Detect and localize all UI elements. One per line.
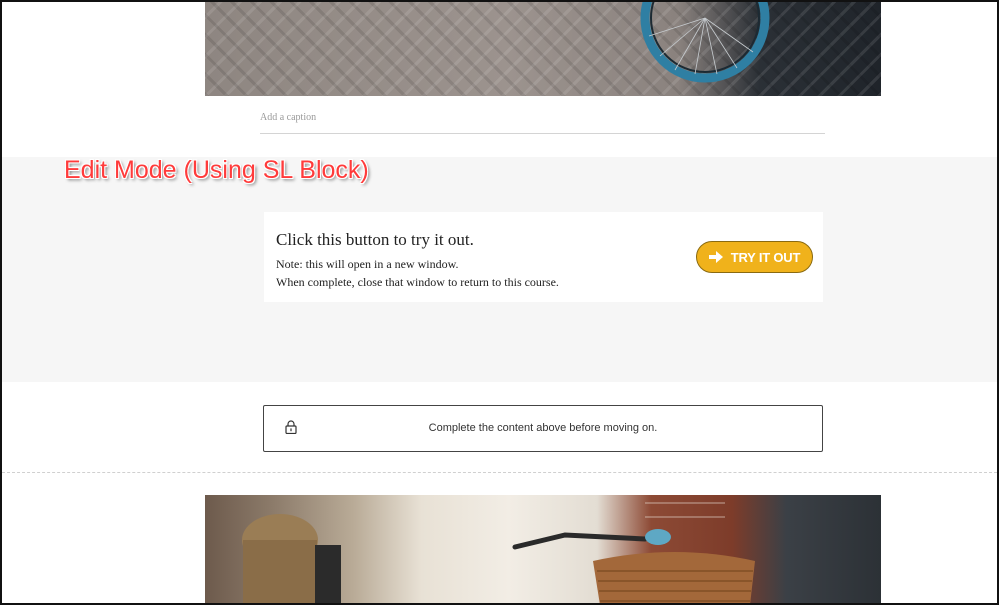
image-caption-field[interactable]: Add a caption [260, 110, 825, 134]
try-it-out-label: TRY IT OUT [730, 249, 801, 265]
continue-lock-box: Complete the content above before moving… [263, 405, 823, 452]
section-divider [2, 472, 997, 473]
edit-mode-annotation: Edit Mode (Using SL Block) [64, 156, 369, 184]
storyline-card: Click this button to try it out. Note: t… [264, 212, 823, 302]
top-image-bicycle-wheel [205, 0, 881, 96]
continue-message: Complete the content above before moving… [428, 422, 658, 434]
storyline-note-line-1: Note: this will open in a new window. [276, 257, 459, 271]
storyline-note: Note: this will open in a new window. Wh… [276, 255, 559, 291]
arrow-right-icon [708, 251, 723, 263]
bottom-image-bicycle-basket [205, 495, 881, 605]
storyline-heading: Click this button to try it out. [276, 230, 474, 249]
storyline-note-line-2: When complete, close that window to retu… [276, 275, 559, 289]
try-it-out-button[interactable]: TRY IT OUT [696, 241, 813, 273]
